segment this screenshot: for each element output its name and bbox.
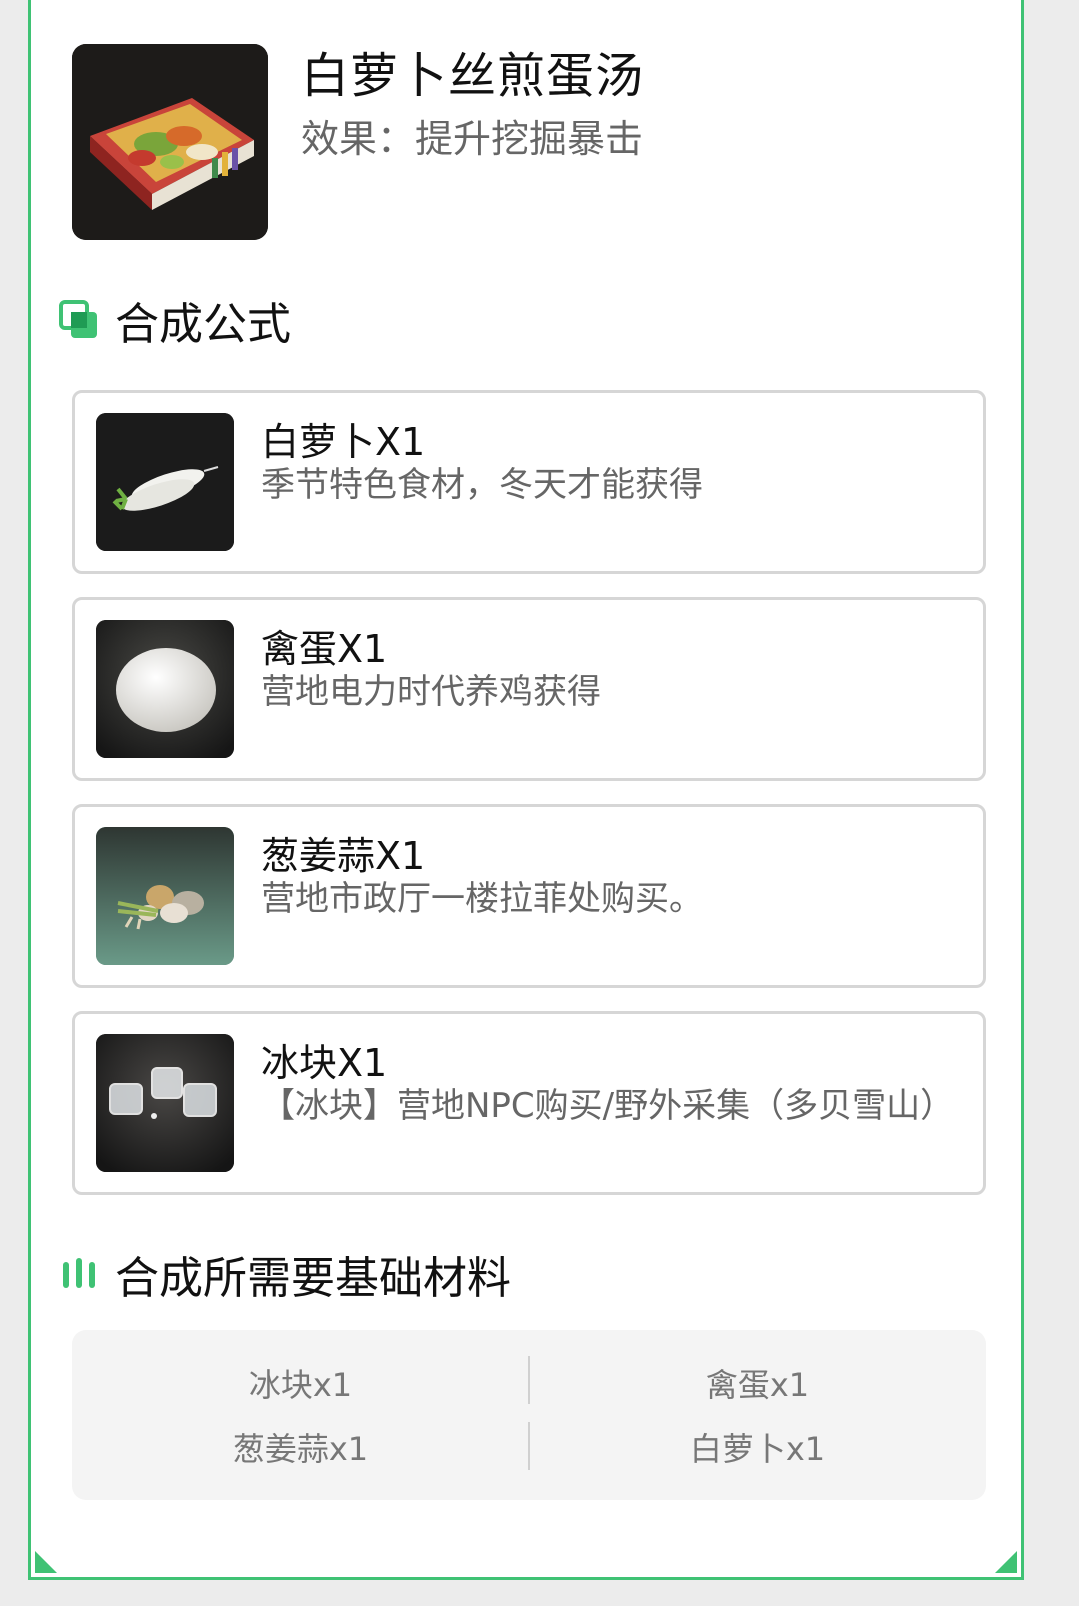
recipe-section-header: 合成公式 [59,288,291,352]
dish-title: 白萝卜丝煎蛋汤 [301,48,645,104]
material-cell: 葱姜蒜x1 [232,1430,369,1468]
ice-cube-icon [96,1034,234,1172]
material-cell: 白萝卜x1 [689,1430,826,1468]
ingredient-desc: 营地市政厅一楼拉菲处购买。 [261,879,703,919]
bar-lines-icon [63,1258,95,1288]
materials-table: 冰块x1 禽蛋x1 葱姜蒜x1 白萝卜x1 [72,1330,986,1500]
recipe-book-image [72,44,268,240]
radish-icon [96,413,234,551]
ingredient-name: 葱姜蒜X1 [261,834,426,878]
corner-decoration [995,1551,1017,1573]
ingredient-name: 白萝卜X1 [261,420,426,464]
recipe-section-title: 合成公式 [115,299,291,350]
ingredient-desc: 季节特色食材，冬天才能获得 [261,465,703,505]
aromatics-icon [96,827,234,965]
ingredient-desc: 营地电力时代养鸡获得 [261,672,601,712]
egg-icon [96,620,234,758]
ingredient-name: 冰块X1 [261,1041,388,1085]
materials-section-title: 合成所需要基础材料 [115,1253,511,1304]
recipe-item[interactable]: 白萝卜X1 季节特色食材，冬天才能获得 [72,390,986,574]
recipe-item[interactable]: 禽蛋X1 营地电力时代养鸡获得 [72,597,986,781]
ingredient-name: 禽蛋X1 [261,627,388,671]
stacked-squares-icon [59,300,97,338]
recipe-item[interactable]: 冰块X1 【冰块】营地NPC购买/野外采集（多贝雪山） [72,1011,986,1195]
ingredient-desc: 【冰块】营地NPC购买/野外采集（多贝雪山） [261,1086,955,1126]
material-cell: 禽蛋x1 [705,1366,810,1404]
materials-section-header: 合成所需要基础材料 [59,1242,511,1306]
recipe-card: 白萝卜丝煎蛋汤 效果：提升挖掘暴击 合成公式 白萝卜X1 季节特色食材，冬天才能… [28,0,1024,1580]
material-cell: 冰块x1 [248,1366,353,1404]
recipe-item[interactable]: 葱姜蒜X1 营地市政厅一楼拉菲处购买。 [72,804,986,988]
dish-effect: 效果：提升挖掘暴击 [301,117,644,161]
corner-decoration [35,1551,57,1573]
